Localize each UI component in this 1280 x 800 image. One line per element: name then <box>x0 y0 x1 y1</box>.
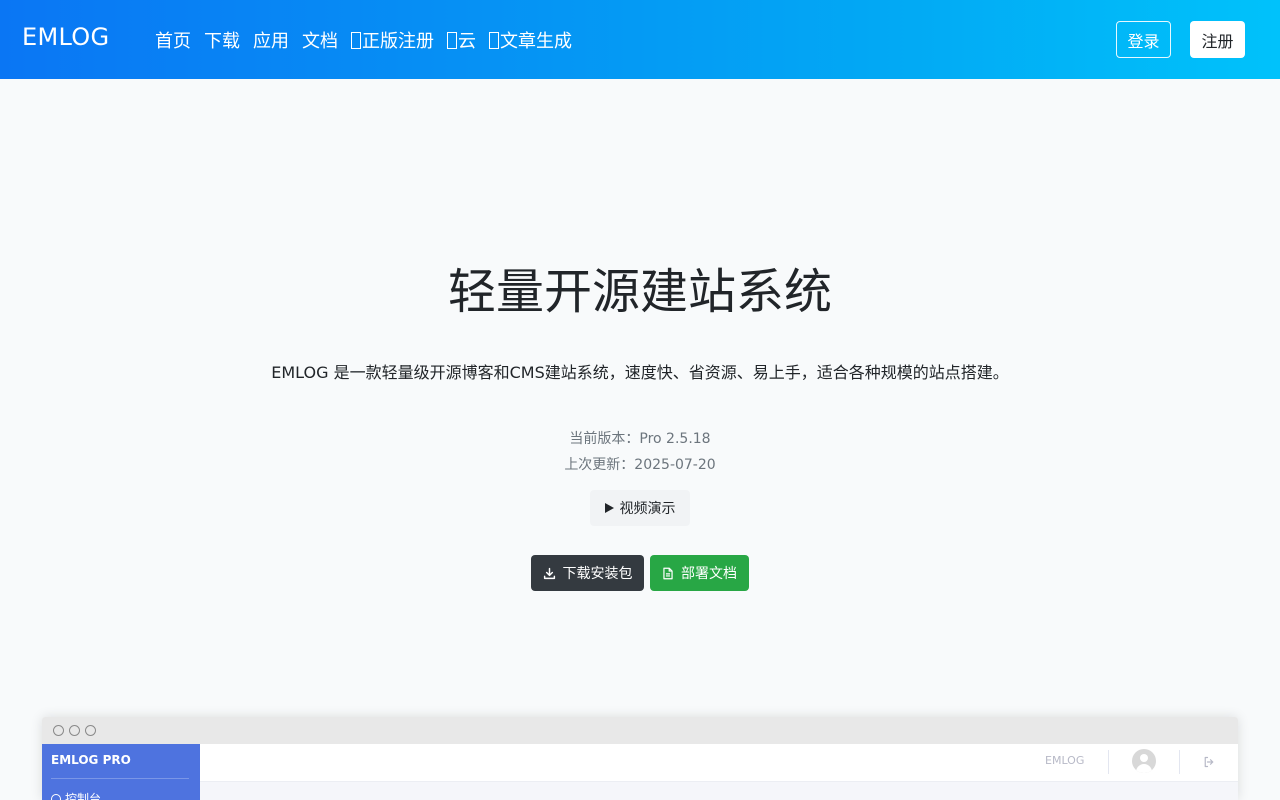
video-demo-label: 视频演示 <box>619 501 676 517</box>
brand-logo[interactable]: EMLOG <box>22 23 109 51</box>
nav-link-license[interactable]: 正版注册 <box>351 27 434 53</box>
nav-link-label: 正版注册 <box>362 31 434 52</box>
dashboard-icon <box>51 793 61 800</box>
missing-glyph-icon <box>447 31 457 49</box>
preview-brand: EMLOG PRO <box>51 753 131 767</box>
avatar-icon <box>1132 749 1156 773</box>
preview-site-name: EMLOG <box>1045 754 1085 767</box>
nav-link-label: 云 <box>458 31 476 52</box>
window-dot-icon <box>85 725 96 736</box>
preview-sidebar: EMLOG PRO 控制台 <box>42 744 200 800</box>
login-button[interactable]: 登录 <box>1116 21 1171 58</box>
logout-icon <box>1203 753 1215 772</box>
deploy-docs-button[interactable]: 部署文档 <box>650 555 749 591</box>
nav-link-cloud[interactable]: 云 <box>447 27 476 53</box>
main-nav: 首页 下载 应用 文档 正版注册 云 文章生成 <box>155 27 585 53</box>
nav-link-label: 应用 <box>253 31 289 52</box>
nav-link-label: 文档 <box>302 31 338 52</box>
preview-menu-label: 控制台 <box>65 792 102 800</box>
window-titlebar <box>42 717 1238 744</box>
current-version: 当前版本：Pro 2.5.18 <box>569 431 711 447</box>
avatar-body <box>1136 764 1152 773</box>
preview-menu-item: 控制台 <box>51 790 101 800</box>
hero-title: 轻量开源建站系统 <box>447 264 832 320</box>
nav-link-docs[interactable]: 文档 <box>302 27 338 53</box>
last-updated: 上次更新：2025-07-20 <box>564 457 716 473</box>
document-icon <box>662 567 674 580</box>
sidebar-divider <box>51 778 189 779</box>
nav-link-label: 文章生成 <box>500 31 572 52</box>
download-icon <box>543 567 556 580</box>
avatar-head <box>1140 754 1148 762</box>
nav-link-download[interactable]: 下载 <box>204 27 240 53</box>
window-dot-icon <box>53 725 64 736</box>
missing-glyph-icon <box>351 31 361 49</box>
admin-preview-window: EMLOG PRO 控制台 EMLOG <box>42 717 1238 800</box>
missing-glyph-icon <box>489 31 499 49</box>
deploy-docs-label: 部署文档 <box>681 566 737 582</box>
video-demo-button[interactable]: 视频演示 <box>590 490 690 526</box>
version-info: 当前版本：Pro 2.5.18 上次更新：2025-07-20 <box>0 426 1280 478</box>
nav-link-home[interactable]: 首页 <box>155 27 191 53</box>
nav-link-label: 下载 <box>204 31 240 52</box>
nav-link-article-gen[interactable]: 文章生成 <box>489 27 572 53</box>
play-icon <box>604 503 614 513</box>
topbar-divider <box>1108 750 1109 774</box>
nav-link-label: 首页 <box>155 31 191 52</box>
preview-content-area <box>200 782 1238 800</box>
hero-description: EMLOG 是一款轻量级开源博客和CMS建站系统，速度快、省资源、易上手，适合各… <box>271 363 1009 382</box>
download-package-button[interactable]: 下载安装包 <box>531 555 644 591</box>
register-button[interactable]: 注册 <box>1190 21 1245 58</box>
top-navbar: EMLOG 首页 下载 应用 文档 正版注册 云 文章生成 登录 注册 <box>0 0 1280 79</box>
window-dot-icon <box>69 725 80 736</box>
topbar-divider <box>1179 750 1180 774</box>
download-package-label: 下载安装包 <box>562 566 633 582</box>
nav-link-apps[interactable]: 应用 <box>253 27 289 53</box>
